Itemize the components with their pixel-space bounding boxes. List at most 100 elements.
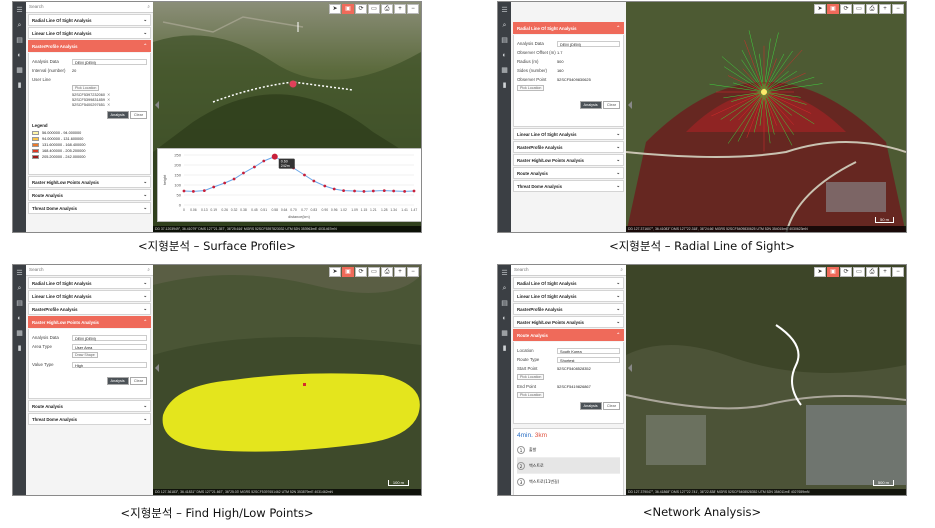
observer-offset-input[interactable]: 1.7 (557, 50, 620, 55)
print-icon[interactable]: ⎙ (866, 267, 878, 277)
menu-icon[interactable]: ☰ (498, 5, 511, 17)
layers-icon[interactable]: ▤ (13, 35, 26, 47)
zoom-out-icon[interactable]: − (892, 4, 904, 14)
analysis-tool-icon[interactable]: ▣ (342, 4, 354, 14)
layers-icon[interactable]: ▭ (368, 4, 380, 14)
refresh-icon[interactable]: ⟳ (355, 4, 367, 14)
menu-icon[interactable]: ☰ (498, 268, 511, 280)
section-linear-los[interactable]: Linear Line Of Sight Analysis ⌄ (513, 128, 624, 140)
clear-button[interactable]: Clear (602, 402, 620, 410)
sides-input[interactable]: 160 (557, 68, 620, 73)
analysis-button[interactable]: Analysis (579, 402, 602, 410)
refresh-icon[interactable]: ⟳ (355, 267, 367, 277)
location-select[interactable]: South Korea (557, 347, 620, 354)
pick-location-button[interactable]: Pick Location (72, 85, 100, 91)
refresh-icon[interactable]: ⟳ (840, 267, 852, 277)
analysis-data-select[interactable]: DEM (DEM) (72, 58, 147, 65)
analysis-tool-icon[interactable]: ▣ (827, 4, 839, 14)
route-step[interactable]: 1 출발 (517, 442, 620, 458)
navigate-icon[interactable]: ➤ (814, 4, 826, 14)
delete-icon[interactable]: ✕ (107, 98, 110, 102)
pick-location-button[interactable]: Pick Location (517, 374, 545, 380)
section-linear-los[interactable]: Linear Line Of Sight Analysis ⌄ (28, 290, 151, 302)
globe-icon[interactable]: ◐ (13, 313, 26, 325)
globe-icon[interactable]: ◐ (498, 50, 511, 62)
zoom-in-icon[interactable]: + (879, 4, 891, 14)
route-step[interactable]: 2 백스트로 (517, 458, 620, 474)
terrain-map-view[interactable]: ➤ ▣ ⟳ ▭ ⎙ + − 50 m DD 127.371607°, 36.41083° D… (626, 2, 906, 232)
pick-location-button[interactable]: Pick Location (517, 392, 545, 398)
search-icon[interactable]: ⌕ (147, 267, 150, 273)
section-route[interactable]: Route Analysis ⌄ (513, 167, 624, 179)
analysis-button[interactable]: Analysis (106, 377, 129, 385)
search-icon[interactable]: ⌕ (13, 20, 26, 32)
chart-icon[interactable]: ▦ (498, 65, 511, 77)
section-raster-profile[interactable]: RasterProfile Analysis ⌄ (513, 303, 624, 315)
analysis-button[interactable]: Analysis (579, 101, 602, 109)
value-type-select[interactable]: High (72, 361, 147, 368)
analysis-tool-icon[interactable]: ▣ (342, 267, 354, 277)
radius-input[interactable]: 500 (557, 59, 620, 64)
search-icon[interactable]: ⌕ (498, 283, 511, 295)
globe-icon[interactable]: ◐ (498, 313, 511, 325)
terrain-map-view[interactable]: ➤ ▣ ⟳ ▭ ⎙ + − 0 50 100 150 200 250 0 0.06 0.13 0.19 0.26… (153, 2, 421, 232)
layers-icon[interactable]: ▭ (853, 4, 865, 14)
terrain-map-view[interactable]: ➤ ▣ ⟳ ▭ ⎙ + − 500 m DD 127.379047°, 36.41868° … (626, 265, 906, 495)
layers-icon[interactable]: ▭ (853, 267, 865, 277)
route-step[interactable]: 3 백스트로(11번길) (517, 474, 620, 490)
chart-icon[interactable]: ▦ (498, 328, 511, 340)
section-threat-dome[interactable]: Threat Dome Analysis ⌄ (28, 202, 151, 214)
section-threat-dome[interactable]: Threat Dome Analysis ⌄ (513, 180, 624, 192)
bookmark-icon[interactable]: ▮ (13, 343, 26, 355)
pick-location-button[interactable]: Pick Location (517, 85, 545, 91)
print-icon[interactable]: ⎙ (381, 267, 393, 277)
print-icon[interactable]: ⎙ (866, 4, 878, 14)
clear-button[interactable]: Clear (602, 101, 620, 109)
delete-icon[interactable]: ✕ (107, 93, 110, 97)
search-input[interactable]: Search ⌕ (511, 265, 626, 276)
menu-icon[interactable]: ☰ (13, 268, 26, 280)
section-raster-high-low[interactable]: Raster High/Low Points Analysis ⌄ (28, 176, 151, 188)
delete-icon[interactable]: ✕ (107, 103, 110, 107)
section-linear-los[interactable]: Linear Line Of Sight Analysis ⌄ (513, 290, 624, 302)
section-raster-profile[interactable]: RasterProfile Analysis ⌃ (28, 40, 151, 52)
route-type-select[interactable]: Shortest (557, 356, 620, 363)
clear-button[interactable]: Clear (129, 377, 147, 385)
navigate-icon[interactable]: ➤ (329, 267, 341, 277)
search-icon[interactable]: ⌕ (620, 267, 623, 273)
section-radial-los[interactable]: Radial Line Of Sight Analysis ⌄ (28, 277, 151, 289)
layers-icon[interactable]: ▤ (498, 35, 511, 47)
chart-icon[interactable]: ▦ (13, 65, 26, 77)
section-threat-dome[interactable]: Threat Dome Analysis ⌄ (28, 413, 151, 425)
section-raster-profile[interactable]: RasterProfile Analysis ⌄ (513, 141, 624, 153)
globe-icon[interactable]: ◐ (13, 50, 26, 62)
draw-shape-button[interactable]: Draw Shape (72, 352, 98, 358)
section-radial-los[interactable]: Radial Line Of Sight Analysis ⌃ (513, 22, 624, 34)
section-radial-los[interactable]: Radial Line Of Sight Analysis ⌄ (513, 277, 624, 289)
analysis-data-select[interactable]: DEM (DEM) (557, 40, 620, 47)
zoom-in-icon[interactable]: + (394, 267, 406, 277)
section-radial-los[interactable]: Radial Line Of Sight Analysis ⌄ (28, 14, 151, 26)
terrain-map-view[interactable]: ➤ ▣ ⟳ ▭ ⎙ + − 100 m DD 127.36183°, 36.41831° D… (153, 265, 421, 495)
bookmark-icon[interactable]: ▮ (498, 80, 511, 92)
section-route[interactable]: Route Analysis ⌃ (513, 329, 624, 341)
layers-icon[interactable]: ▤ (498, 298, 511, 310)
area-type-select[interactable]: User Area (72, 343, 147, 350)
clear-button[interactable]: Clear (129, 111, 147, 119)
bookmark-icon[interactable]: ▮ (498, 343, 511, 355)
analysis-button[interactable]: Analysis (106, 111, 129, 119)
chart-icon[interactable]: ▦ (13, 328, 26, 340)
print-icon[interactable]: ⎙ (381, 4, 393, 14)
section-linear-los[interactable]: Linear Line Of Sight Analysis ⌄ (28, 27, 151, 39)
search-icon[interactable]: ⌕ (13, 283, 26, 295)
interval-input[interactable]: 20 (72, 68, 147, 73)
analysis-tool-icon[interactable]: ▣ (827, 267, 839, 277)
section-raster-high-low[interactable]: Raster High/Low Points Analysis ⌄ (513, 316, 624, 328)
layers-icon[interactable]: ▤ (13, 298, 26, 310)
section-route[interactable]: Route Analysis ⌄ (28, 400, 151, 412)
zoom-in-icon[interactable]: + (879, 267, 891, 277)
analysis-data-select[interactable]: DEM (DEM) (72, 334, 147, 341)
search-icon[interactable]: ⌕ (498, 20, 511, 32)
zoom-out-icon[interactable]: − (892, 267, 904, 277)
section-route[interactable]: Route Analysis ⌄ (28, 189, 151, 201)
